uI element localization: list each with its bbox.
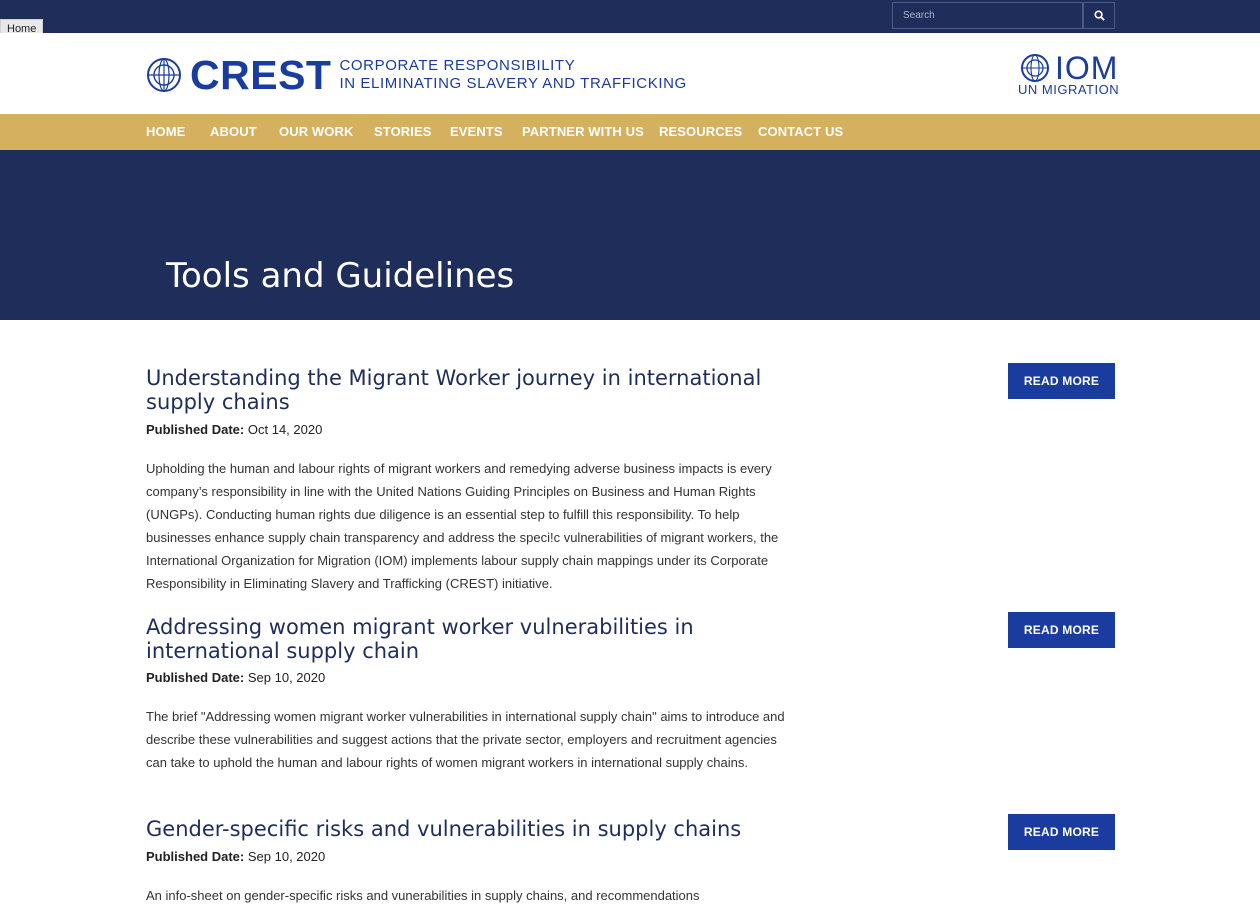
crest-tagline-line1: CORPORATE RESPONSIBILITY [339, 57, 576, 74]
un-emblem-icon [1021, 54, 1049, 82]
published-date: Published Date: Oct 14, 2020 [146, 422, 322, 437]
item-description: The brief "Addressing women migrant work… [146, 709, 785, 770]
search-input[interactable] [892, 2, 1083, 29]
read-more-button[interactable]: READ MORE [1008, 814, 1115, 850]
nav-home[interactable]: HOME [146, 114, 185, 150]
published-date-value: Sep 10, 2020 [247, 670, 326, 685]
item-title[interactable]: Understanding the Migrant Worker journey… [146, 366, 796, 414]
published-label: Published Date: [146, 670, 245, 685]
nav-resources[interactable]: RESOURCES [659, 114, 742, 150]
search-icon [1093, 10, 1105, 21]
nav-stories[interactable]: STORIES [374, 114, 432, 150]
read-more-button[interactable]: READ MORE [1008, 363, 1115, 399]
published-date: Published Date: Sep 10, 2020 [146, 670, 325, 685]
published-date: Published Date: Sep 10, 2020 [146, 849, 325, 864]
search-button[interactable] [1083, 2, 1115, 29]
item-title[interactable]: Gender-specific risks and vulnerabilitie… [146, 817, 796, 841]
nav-events[interactable]: EVENTS [450, 114, 503, 150]
page-title: Tools and Guidelines [166, 256, 515, 296]
crest-tagline: CORPORATE RESPONSIBILITY IN ELIMINATING … [339, 57, 686, 93]
crest-logo[interactable]: CREST CORPORATE RESPONSIBILITY IN ELIMIN… [144, 52, 687, 98]
nav-our-work[interactable]: OUR WORK [279, 114, 353, 150]
nav-partner-with-us[interactable]: PARTNER WITH US [522, 114, 644, 150]
item-description: An info-sheet on gender-specific risks a… [146, 888, 700, 903]
published-date-value: Sep 10, 2020 [247, 849, 326, 864]
iom-logo[interactable]: IOM UN MIGRATION [1018, 50, 1119, 97]
hero-banner: Tools and Guidelines [0, 150, 1260, 320]
top-bar [0, 0, 1260, 33]
iom-wordmark: IOM [1055, 50, 1119, 86]
published-label: Published Date: [146, 849, 245, 864]
item-description: Upholding the human and labour rights of… [146, 461, 779, 591]
published-label: Published Date: [146, 422, 245, 437]
nav-about[interactable]: ABOUT [210, 114, 257, 150]
main-nav: HOME ABOUT OUR WORK STORIES EVENTS PARTN… [0, 114, 1260, 150]
published-date-value: Oct 14, 2020 [247, 422, 323, 437]
read-more-button[interactable]: READ MORE [1008, 612, 1115, 648]
nav-contact-us[interactable]: CONTACT US [758, 114, 843, 150]
site-header: CREST CORPORATE RESPONSIBILITY IN ELIMIN… [0, 33, 1260, 114]
iom-subtitle: UN MIGRATION [1018, 82, 1120, 97]
item-title[interactable]: Addressing women migrant worker vulnerab… [146, 615, 796, 663]
crest-tagline-line2: IN ELIMINATING SLAVERY AND TRAFFICKING [339, 75, 687, 92]
un-emblem-icon [147, 58, 181, 92]
crest-wordmark: CREST [190, 52, 332, 98]
